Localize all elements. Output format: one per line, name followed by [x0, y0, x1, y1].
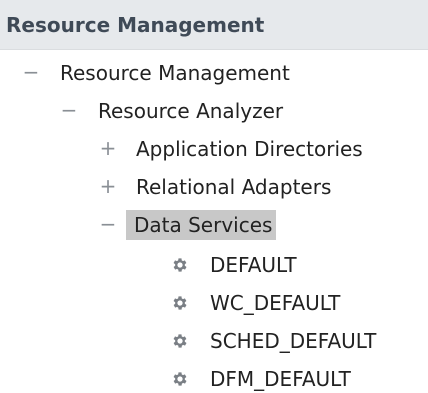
- expand-icon[interactable]: +: [99, 172, 117, 202]
- tree-node-label-selected[interactable]: Data Services: [126, 210, 277, 240]
- gear-icon: [173, 334, 187, 348]
- tree-node-data-services[interactable]: − Data Services: [0, 210, 428, 240]
- service-label[interactable]: DFM_DEFAULT: [208, 364, 353, 393]
- panel-title: Resource Management: [6, 13, 265, 37]
- collapse-icon[interactable]: −: [99, 210, 117, 240]
- service-label[interactable]: SCHED_DEFAULT: [208, 326, 378, 356]
- service-label[interactable]: WC_DEFAULT: [208, 288, 342, 318]
- resource-tree: − Resource Management − Resource Analyze…: [0, 50, 428, 393]
- tree-node-resource-analyzer[interactable]: − Resource Analyzer: [0, 96, 428, 126]
- expand-icon[interactable]: +: [99, 134, 117, 164]
- tree-node-relational-adapters[interactable]: + Relational Adapters: [0, 172, 428, 202]
- gear-icon: [173, 258, 187, 272]
- service-node-default[interactable]: DEFAULT: [0, 250, 428, 280]
- tree-node-label[interactable]: Resource Analyzer: [96, 96, 285, 126]
- service-label[interactable]: DEFAULT: [208, 250, 299, 280]
- resource-management-panel: Resource Management − Resource Managemen…: [0, 0, 428, 393]
- service-node-dfm-default[interactable]: DFM_DEFAULT: [0, 364, 428, 393]
- collapse-icon[interactable]: −: [60, 96, 78, 126]
- tree-node-application-directories[interactable]: + Application Directories: [0, 134, 428, 164]
- gear-icon: [173, 372, 187, 386]
- panel-header: Resource Management: [0, 0, 428, 50]
- gear-icon: [173, 296, 187, 310]
- tree-node-resource-management[interactable]: − Resource Management: [0, 58, 428, 88]
- service-node-wc-default[interactable]: WC_DEFAULT: [0, 288, 428, 318]
- tree-node-label[interactable]: Resource Management: [58, 58, 292, 88]
- tree-node-label[interactable]: Relational Adapters: [134, 172, 333, 202]
- tree-node-label[interactable]: Application Directories: [134, 134, 365, 164]
- service-node-sched-default[interactable]: SCHED_DEFAULT: [0, 326, 428, 356]
- collapse-icon[interactable]: −: [22, 58, 40, 88]
